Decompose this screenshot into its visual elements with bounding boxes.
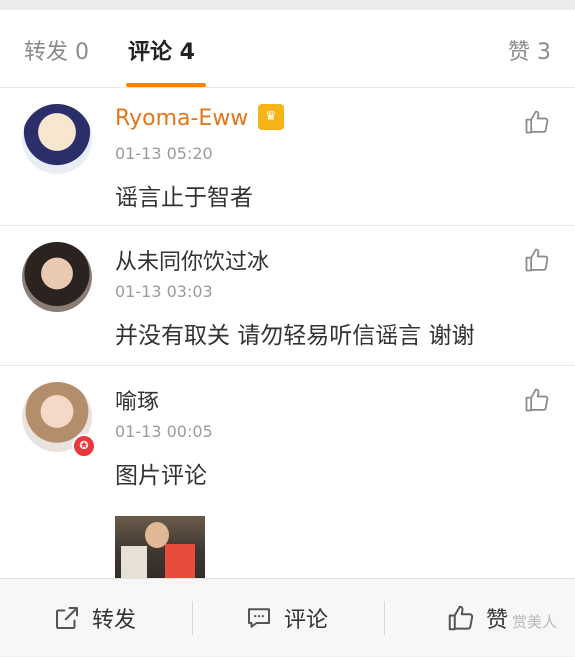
comment-author[interactable]: 从未同你饮过冰 [115, 244, 269, 276]
comment-time: 01-13 05:20 [115, 144, 213, 163]
vip-crown-icon: ♛ [258, 104, 284, 130]
thumb-up-icon[interactable] [523, 386, 551, 414]
comment-item[interactable]: 从未同你饮过冰 01-13 03:03 并没有取关 请勿轻易听信谣言 谢谢 [0, 226, 575, 366]
active-tab-indicator [126, 83, 206, 87]
tab-bar: 转发 0 评论 4 赞 3 [0, 10, 575, 88]
like-label: 赞 [486, 608, 509, 633]
comment-time: 01-13 03:03 [115, 282, 213, 301]
comment-item[interactable]: Ryoma-Eww ♛ 01-13 05:20 谣言止于智者 [0, 88, 575, 226]
comment-image[interactable] [115, 516, 205, 578]
tab-comments[interactable]: 评论 4 [128, 34, 195, 66]
verified-badge-icon: ✪ [72, 434, 96, 458]
watermark: 赏美人 [511, 613, 557, 631]
bottom-action-bar: 转发 评论 赞 赏美人 [0, 578, 575, 656]
comment-author[interactable]: Ryoma-Eww [115, 106, 248, 131]
comment-text: 图片评论 [115, 463, 207, 489]
tab-likes[interactable]: 赞 3 [508, 34, 551, 66]
repost-label: 转发 [92, 608, 137, 633]
comment-author[interactable]: 喻琢 [115, 384, 159, 416]
share-icon [56, 607, 78, 629]
like-button[interactable]: 赞 [446, 579, 508, 657]
thumb-up-icon [448, 605, 474, 631]
top-strip [0, 0, 575, 10]
comment-text: 谣言止于智者 [115, 185, 253, 211]
comment-button[interactable]: 评论 [244, 579, 328, 657]
comment-item[interactable]: ✪ 喻琢 01-13 00:05 图片评论 [0, 366, 575, 578]
avatar[interactable] [22, 242, 92, 312]
comment-text: 并没有取关 请勿轻易听信谣言 谢谢 [115, 323, 475, 349]
avatar[interactable] [22, 104, 92, 174]
comment-list[interactable]: Ryoma-Eww ♛ 01-13 05:20 谣言止于智者 从未同你饮过冰 0… [0, 88, 575, 578]
divider [192, 601, 193, 635]
thumb-up-icon[interactable] [523, 108, 551, 136]
divider [384, 601, 385, 635]
comment-time: 01-13 00:05 [115, 422, 213, 441]
comment-icon [248, 608, 270, 628]
tab-reposts[interactable]: 转发 0 [24, 34, 89, 66]
thumb-up-icon[interactable] [523, 246, 551, 274]
comment-label: 评论 [284, 608, 329, 633]
repost-button[interactable]: 转发 [52, 579, 136, 657]
